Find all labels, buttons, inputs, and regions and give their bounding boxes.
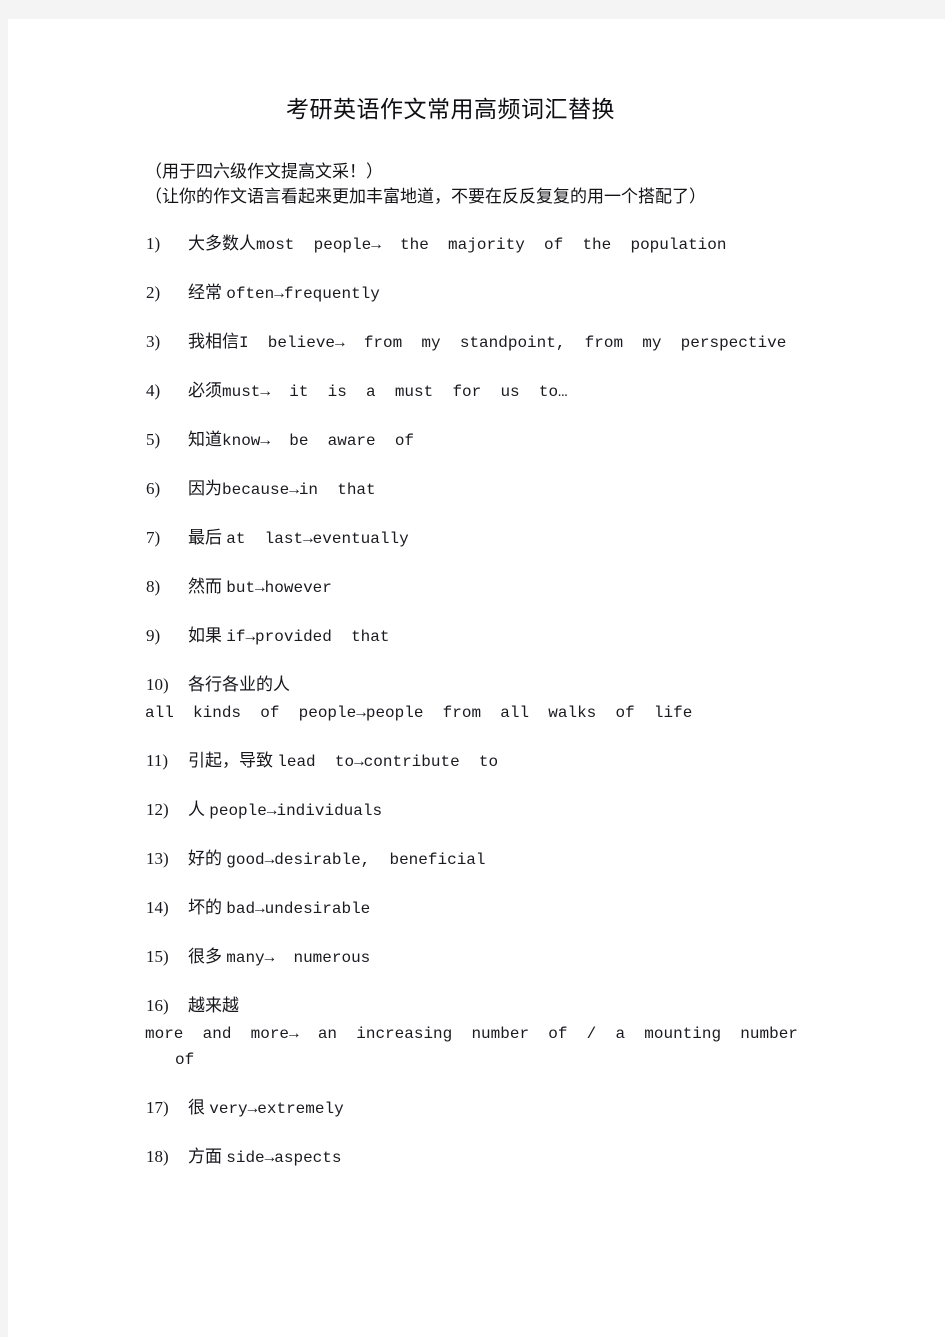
entry-chinese-term: 经常 — [188, 283, 227, 302]
entry-english-substitution: I believe→ from my standpoint, from my p… — [239, 334, 787, 352]
entry-chinese-term: 越来越 — [188, 996, 239, 1015]
entry-chinese-term: 坏的 — [188, 898, 227, 917]
entry-number: 3) — [146, 332, 161, 351]
entry-english-substitution: very→extremely — [209, 1100, 344, 1118]
entry-first-line: 9) 如果 if→provided that — [8, 623, 893, 650]
entry-chinese-term: 方面 — [188, 1147, 227, 1166]
entry-chinese-term: 我相信 — [188, 332, 239, 351]
entry-chinese-term: 知道 — [188, 430, 222, 449]
vocabulary-entry: 12) 人 people→individuals — [8, 797, 893, 824]
entry-chinese-term: 很 — [188, 1098, 210, 1117]
entry-chinese-term: 好的 — [188, 849, 227, 868]
entry-number: 4) — [146, 381, 161, 400]
entry-first-line: 4) 必须must→ it is a must for us to… — [8, 378, 893, 405]
vocabulary-entry: 18) 方面 side→aspects — [8, 1144, 893, 1171]
entry-chinese-term: 很多 — [188, 947, 227, 966]
entry-english-substitution: often→frequently — [226, 285, 380, 303]
entry-first-line: 7) 最后 at last→eventually — [8, 525, 893, 552]
entry-first-line: 17) 很 very→extremely — [8, 1095, 893, 1122]
entry-first-line: 2) 经常 often→frequently — [8, 280, 893, 307]
entry-number: 13) — [146, 849, 169, 868]
entry-number: 15) — [146, 947, 169, 966]
entry-first-line: 10) 各行各业的人 — [8, 672, 893, 699]
entry-first-line: 14) 坏的 bad→undesirable — [8, 895, 893, 922]
entry-chinese-term: 各行各业的人 — [188, 675, 290, 694]
entry-english-substitution: good→desirable, beneficial — [226, 851, 486, 869]
vocabulary-entry: 10) 各行各业的人 all kinds of people→people from… — [8, 672, 893, 726]
vocabulary-entry: 5) 知道know→ be aware of — [8, 427, 893, 454]
vocabulary-entry: 16) 越来越 more and more→ an increasing numbe… — [8, 993, 893, 1073]
entry-english-substitution: bad→undesirable — [226, 900, 371, 918]
vocabulary-entry: 2) 经常 often→frequently — [8, 280, 893, 307]
entry-first-line: 13) 好的 good→desirable, beneficial — [8, 846, 893, 873]
entry-number: 2) — [146, 283, 161, 302]
entry-english-substitution: lead to→contribute to — [277, 753, 499, 771]
entry-first-line: 6) 因为because→in that — [8, 476, 893, 503]
entry-chinese-term: 如果 — [188, 626, 227, 645]
entry-first-line: 12) 人 people→individuals — [8, 797, 893, 824]
entry-number: 11) — [146, 751, 169, 770]
vocabulary-entry: 9) 如果 if→provided that — [8, 623, 893, 650]
entry-number: 14) — [146, 898, 169, 917]
entry-first-line: 16) 越来越 — [8, 993, 893, 1020]
vocabulary-entry: 7) 最后 at last→eventually — [8, 525, 893, 552]
entry-number: 1) — [146, 234, 161, 253]
entry-first-line: 15) 很多 many→ numerous — [8, 944, 893, 971]
entry-chinese-term: 大多数人 — [188, 234, 256, 253]
entry-first-line: 18) 方面 side→aspects — [8, 1144, 893, 1171]
entry-first-line: 8) 然而 but→however — [8, 574, 893, 601]
entry-english-substitution: at last→eventually — [226, 530, 409, 548]
vocabulary-entry: 3) 我相信I believe→ from my standpoint, from… — [8, 329, 893, 356]
entry-english-substitution: side→aspects — [226, 1149, 342, 1167]
entry-english-substitution: but→however — [226, 579, 332, 597]
vocabulary-substitution-list: 1) 大多数人most people→ the majority of the p… — [8, 231, 893, 1193]
entry-first-line: 5) 知道know→ be aware of — [8, 427, 893, 454]
document-page: 考研英语作文常用高频词汇替换 （用于四六级作文提高文采！） （让你的作文语言看起… — [8, 19, 945, 1337]
vocabulary-entry: 15) 很多 many→ numerous — [8, 944, 893, 971]
entry-number: 5) — [146, 430, 161, 449]
entry-english-substitution: more and more→ an increasing number of /… — [145, 1025, 798, 1043]
vocabulary-entry: 4) 必须must→ it is a must for us to… — [8, 378, 893, 405]
intro-block: （用于四六级作文提高文采！） （让你的作文语言看起来更加丰富地道，不要在反反复复… — [145, 159, 885, 209]
page-content-area: 考研英语作文常用高频词汇替换 （用于四六级作文提高文采！） （让你的作文语言看起… — [8, 19, 945, 1337]
vocabulary-entry: 17) 很 very→extremely — [8, 1095, 893, 1122]
entry-english-substitution: people→individuals — [209, 802, 383, 820]
vocabulary-entry: 13) 好的 good→desirable, beneficial — [8, 846, 893, 873]
entry-first-line: 11) 引起，导致 lead to→contribute to — [8, 748, 893, 775]
entry-number: 16) — [146, 996, 169, 1015]
entry-chinese-term: 然而 — [188, 577, 227, 596]
intro-line-2: （让你的作文语言看起来更加丰富地道，不要在反反复复的用一个搭配了） — [145, 187, 706, 206]
entry-chinese-term: 最后 — [188, 528, 227, 547]
entry-english-substitution: many→ numerous — [226, 949, 371, 967]
entry-chinese-term: 引起，导致 — [188, 751, 278, 770]
entry-number: 10) — [146, 675, 169, 694]
page-title: 考研英语作文常用高频词汇替换 — [286, 97, 615, 122]
entry-english-substitution: know→ be aware of — [222, 432, 415, 450]
entry-number: 12) — [146, 800, 169, 819]
entry-english-continuation: of — [175, 1051, 195, 1069]
vocabulary-entry: 6) 因为because→in that — [8, 476, 893, 503]
intro-line-1: （用于四六级作文提高文采！） — [145, 162, 383, 181]
entry-english-substitution: must→ it is a must for us to… — [222, 383, 568, 401]
entry-english-substitution: because→in that — [222, 481, 376, 499]
vocabulary-entry: 1) 大多数人most people→ the majority of the p… — [8, 231, 893, 258]
entry-chinese-term: 必须 — [188, 381, 222, 400]
entry-number: 7) — [146, 528, 161, 547]
entry-number: 9) — [146, 626, 161, 645]
vocabulary-entry: 14) 坏的 bad→undesirable — [8, 895, 893, 922]
entry-english-substitution: if→provided that — [226, 628, 390, 646]
vocabulary-entry: 11) 引起，导致 lead to→contribute to — [8, 748, 893, 775]
entry-number: 6) — [146, 479, 161, 498]
entry-chinese-term: 人 — [188, 800, 210, 819]
vocabulary-entry: 8) 然而 but→however — [8, 574, 893, 601]
entry-english-substitution: most people→ the majority of the populat… — [256, 236, 727, 254]
entry-chinese-term: 因为 — [188, 479, 222, 498]
entry-number: 17) — [146, 1098, 169, 1117]
entry-english-substitution: all kinds of people→people from all walk… — [145, 704, 693, 722]
entry-first-line: 1) 大多数人most people→ the majority of the p… — [8, 231, 893, 258]
entry-number: 18) — [146, 1147, 169, 1166]
entry-first-line: 3) 我相信I believe→ from my standpoint, from… — [8, 329, 893, 356]
entry-number: 8) — [146, 577, 161, 596]
